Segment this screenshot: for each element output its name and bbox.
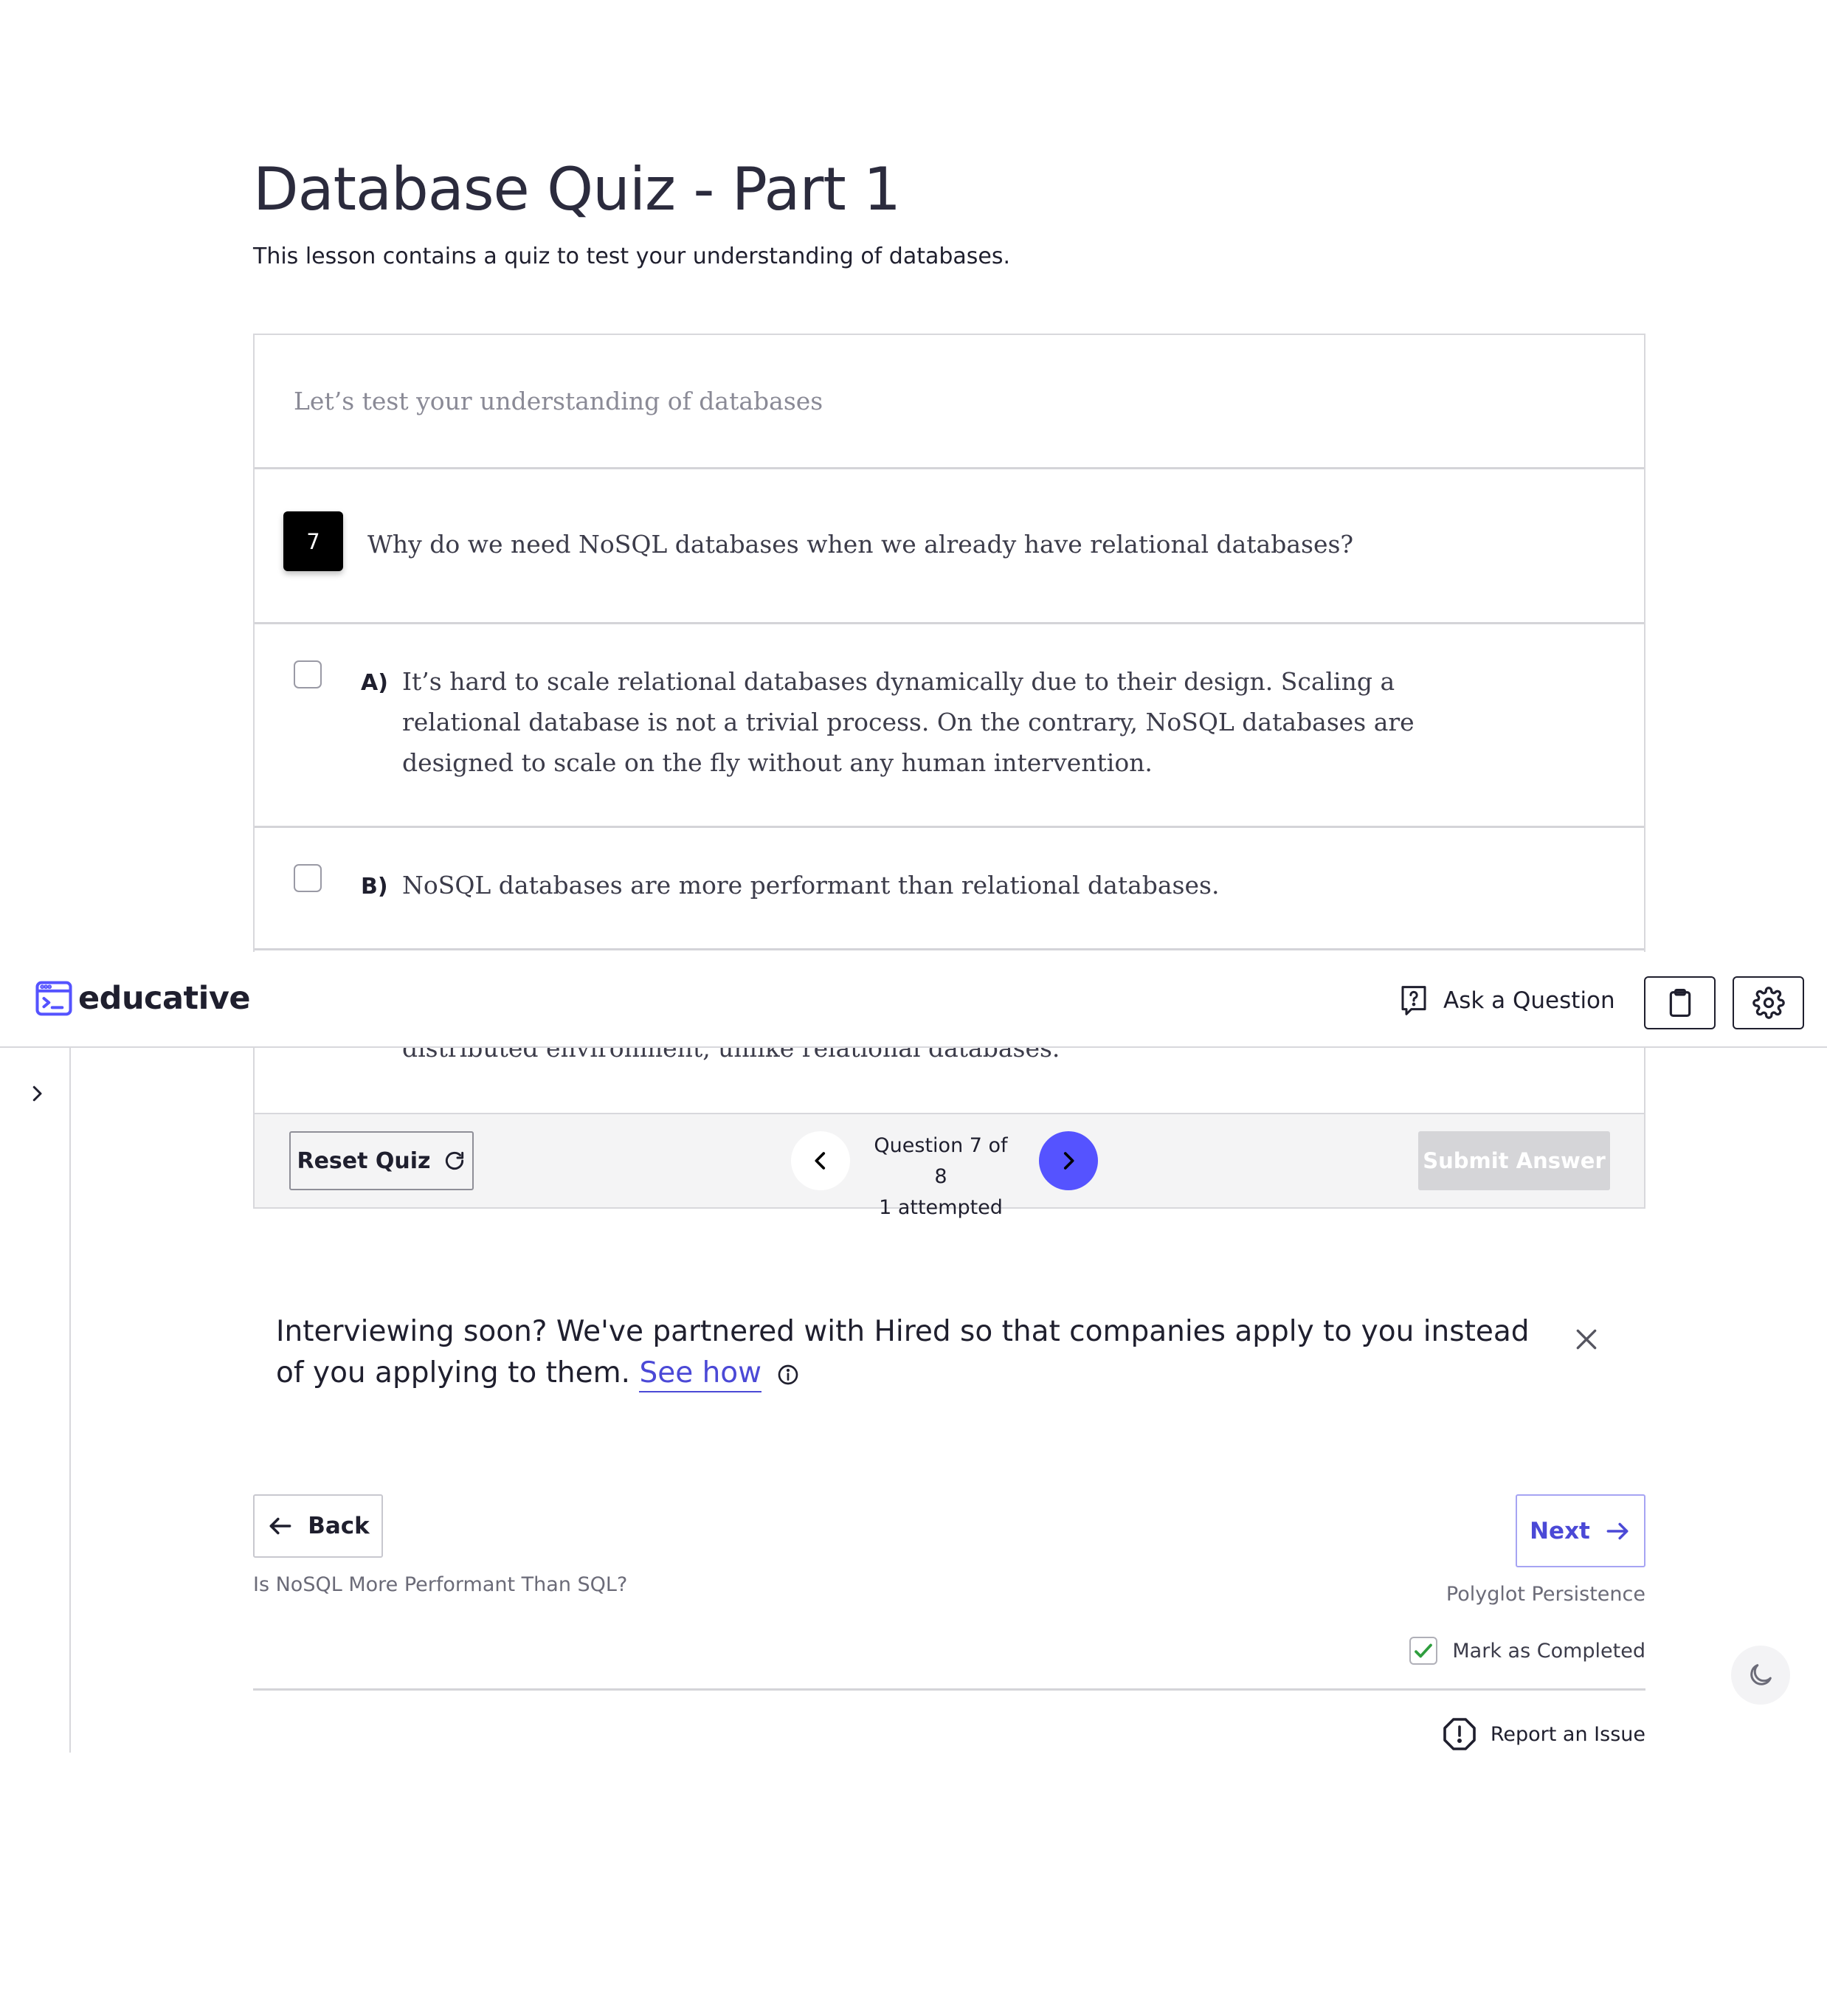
sidebar-divider xyxy=(69,1048,71,1753)
option-a-letter: A) xyxy=(361,670,388,696)
chevron-left-icon xyxy=(815,1152,826,1170)
next-label: Next xyxy=(1530,1517,1590,1544)
question-box-icon xyxy=(1401,986,1426,1015)
quiz-header: Let’s test your understanding of databas… xyxy=(255,335,1644,469)
moon-icon xyxy=(1750,1664,1772,1685)
back-button[interactable]: Back xyxy=(253,1494,383,1558)
chevron-right-icon xyxy=(1063,1152,1074,1170)
option-a-checkbox[interactable] xyxy=(294,660,322,688)
hired-promo-banner: Interviewing soon? We've partnered with … xyxy=(276,1311,1530,1394)
reset-quiz-label: Reset Quiz xyxy=(297,1147,431,1174)
dark-mode-toggle[interactable] xyxy=(1731,1646,1790,1705)
ask-question-label: Ask a Question xyxy=(1443,987,1615,1014)
see-how-link[interactable]: See how xyxy=(639,1356,762,1392)
reset-quiz-button[interactable]: Reset Quiz xyxy=(289,1131,474,1190)
option-b[interactable]: B) NoSQL databases are more performant t… xyxy=(255,828,1644,950)
ask-question-button[interactable]: Ask a Question xyxy=(1399,984,1615,1017)
question-status: Question 7 of 8 1 attempted xyxy=(867,1130,1015,1223)
option-a-text[interactable]: It’s hard to scale relational databases … xyxy=(402,661,1494,783)
settings-button[interactable] xyxy=(1733,976,1804,1029)
report-issue-label: Report an Issue xyxy=(1490,1722,1645,1746)
refresh-icon xyxy=(445,1151,463,1170)
page-subtitle: This lesson contains a quiz to test your… xyxy=(253,244,1011,269)
close-icon[interactable] xyxy=(1572,1325,1601,1354)
info-icon[interactable] xyxy=(776,1363,800,1387)
previous-lesson-title[interactable]: Is NoSQL More Performant Than SQL? xyxy=(253,1573,627,1596)
footer-divider xyxy=(253,1688,1645,1691)
sidebar-expand-button[interactable] xyxy=(22,1079,52,1108)
report-issue-button[interactable]: Report an Issue xyxy=(1442,1716,1645,1752)
next-button[interactable]: Next xyxy=(1516,1494,1645,1567)
option-b-text[interactable]: NoSQL databases are more performant than… xyxy=(402,865,1494,905)
alert-octagon-icon xyxy=(1443,1718,1476,1750)
top-navbar: educative Ask a Question xyxy=(0,952,1827,1048)
option-b-checkbox[interactable] xyxy=(294,864,322,892)
question-row: 7 Why do we need NoSQL databases when we… xyxy=(255,469,1644,624)
question-number-badge: 7 xyxy=(283,511,343,571)
question-counter: Question 7 of 8 xyxy=(874,1134,1008,1188)
quiz-footer: Reset Quiz Question 7 of 8 1 attempted S… xyxy=(253,1113,1645,1219)
logo-text: educative xyxy=(78,980,251,1017)
back-label: Back xyxy=(308,1513,370,1539)
chevron-right-icon xyxy=(32,1085,42,1102)
next-question-button[interactable] xyxy=(1039,1131,1098,1190)
mark-completed-checkbox[interactable] xyxy=(1409,1637,1438,1665)
clipboard-icon xyxy=(1669,989,1690,1018)
educative-logo[interactable]: educative xyxy=(34,978,251,1018)
arrow-left-icon xyxy=(269,1517,291,1535)
option-a[interactable]: A) It’s hard to scale relational databas… xyxy=(255,624,1644,828)
page-title: Database Quiz - Part 1 xyxy=(253,155,901,224)
attempted-counter: 1 attempted xyxy=(879,1196,1003,1219)
question-text: Why do we need NoSQL databases when we a… xyxy=(367,530,1354,559)
submit-answer-button[interactable]: Submit Answer xyxy=(1418,1131,1610,1190)
notes-button[interactable] xyxy=(1644,976,1716,1029)
arrow-right-icon xyxy=(1606,1522,1629,1539)
checkmark-icon xyxy=(1415,1643,1433,1658)
terminal-logo-icon xyxy=(35,981,72,1016)
option-b-letter: B) xyxy=(361,874,388,900)
quiz-card: Let’s test your understanding of databas… xyxy=(253,334,1645,1209)
promo-text: Interviewing soon? We've partnered with … xyxy=(276,1315,1530,1390)
mark-completed-label: Mark as Completed xyxy=(1452,1639,1645,1663)
quiz-header-text: Let’s test your understanding of databas… xyxy=(294,387,823,415)
mark-completed-toggle[interactable]: Mark as Completed xyxy=(1409,1637,1645,1665)
previous-question-button[interactable] xyxy=(791,1131,850,1190)
next-lesson-title[interactable]: Polyglot Persistence xyxy=(1446,1583,1645,1606)
gear-icon xyxy=(1752,987,1785,1019)
